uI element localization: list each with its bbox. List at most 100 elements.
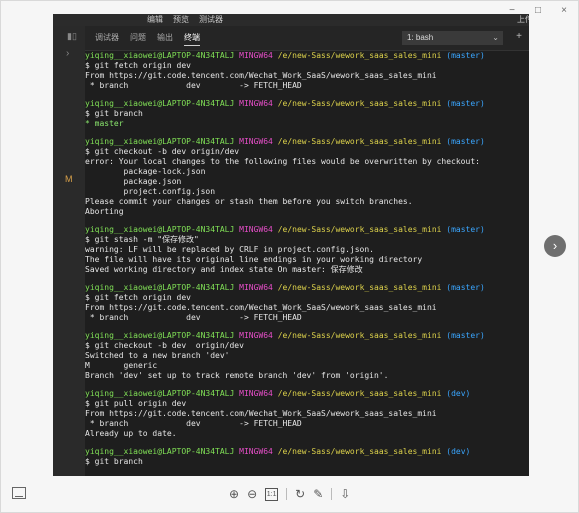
prompt-path: /e/new-Sass/wework_saas_sales_mini <box>277 447 442 456</box>
prompt-branch: (master) <box>446 331 485 340</box>
prompt-branch: (master) <box>446 137 485 146</box>
panel-header: 调试器 问题 输出 终端 1: bash ⌄ + <box>85 26 529 51</box>
prompt-path: /e/new-Sass/wework_saas_sales_mini <box>277 99 442 108</box>
prompt-path: /e/new-Sass/wework_saas_sales_mini <box>277 283 442 292</box>
terminal-output-line: Already up to date. <box>85 429 177 438</box>
modified-file-marker: M <box>65 174 73 184</box>
add-terminal-icon[interactable]: + <box>516 31 522 42</box>
terminal-spacer <box>85 275 529 283</box>
download-icon[interactable]: ⇩ <box>340 487 350 501</box>
zoom-in-icon[interactable]: ⊕ <box>229 487 239 501</box>
terminal-prompt: yiqing__xiaowei@LAPTOP-4N34TALJ MINGW64 … <box>85 137 529 147</box>
terminal-output-line: package.json <box>85 177 182 186</box>
prompt-user: yiqing__xiaowei@LAPTOP-4N34TALJ <box>85 283 235 292</box>
prompt-branch: (master) <box>446 225 485 234</box>
prompt-sys: MINGW64 <box>239 225 273 234</box>
terminal-prompt: yiqing__xiaowei@LAPTOP-4N34TALJ MINGW64 … <box>85 331 529 341</box>
prompt-user: yiqing__xiaowei@LAPTOP-4N34TALJ <box>85 389 235 398</box>
viewer-toolbar: ⊕ ⊖ 1:1 ↻ ✎ ⇩ <box>229 486 350 502</box>
prompt-user: yiqing__xiaowei@LAPTOP-4N34TALJ <box>85 225 235 234</box>
prompt-branch: (master) <box>446 51 485 60</box>
terminal-command-block: yiqing__xiaowei@LAPTOP-4N34TALJ MINGW64 … <box>85 225 529 283</box>
terminal-prompt: yiqing__xiaowei@LAPTOP-4N34TALJ MINGW64 … <box>85 99 529 109</box>
prompt-path: /e/new-Sass/wework_saas_sales_mini <box>277 389 442 398</box>
terminal-command: $ git stash -m "保存修改" <box>85 235 199 244</box>
terminal-output-line: Saved working directory and index state … <box>85 265 363 274</box>
menu-item-tester[interactable]: 测试器 <box>199 14 223 25</box>
prompt-path: /e/new-Sass/wework_saas_sales_mini <box>277 225 442 234</box>
terminal-spacer <box>85 217 529 225</box>
terminal-output-line: * branch dev -> FETCH_HEAD <box>85 419 302 428</box>
terminal-output-line: Switched to a new branch 'dev' <box>85 351 230 360</box>
terminal-output-line: warning: LF will be replaced by CRLF in … <box>85 245 374 254</box>
prompt-sys: MINGW64 <box>239 389 273 398</box>
terminal-spacer <box>85 439 529 447</box>
terminal-command-block: yiqing__xiaowei@LAPTOP-4N34TALJ MINGW64 … <box>85 283 529 331</box>
terminal-prompt: yiqing__xiaowei@LAPTOP-4N34TALJ MINGW64 … <box>85 447 529 457</box>
toolbar-divider <box>331 488 333 500</box>
rotate-icon[interactable]: ↻ <box>295 487 305 501</box>
terminal-command: $ git branch <box>85 457 143 466</box>
next-image-button[interactable]: › <box>544 235 566 257</box>
prompt-sys: MINGW64 <box>239 51 273 60</box>
prompt-branch: (dev) <box>446 389 471 398</box>
terminal-command-block: yiqing__xiaowei@LAPTOP-4N34TALJ MINGW64 … <box>85 447 529 467</box>
zoom-out-icon[interactable]: ⊖ <box>247 487 257 501</box>
terminal-command-block: yiqing__xiaowei@LAPTOP-4N34TALJ MINGW64 … <box>85 99 529 137</box>
terminal-output-line: From https://git.code.tencent.com/Wechat… <box>85 71 437 80</box>
edit-icon[interactable]: ✎ <box>313 487 323 501</box>
prompt-sys: MINGW64 <box>239 447 273 456</box>
terminal-command: $ git branch <box>85 109 143 118</box>
prompt-branch: (master) <box>446 99 485 108</box>
editor-menu-strip: 编辑 预览 测试器 上传 <box>53 14 529 26</box>
upload-button[interactable]: 上传 <box>517 14 529 25</box>
close-icon[interactable]: × <box>558 5 570 16</box>
prompt-path: /e/new-Sass/wework_saas_sales_mini <box>277 51 442 60</box>
prompt-sys: MINGW64 <box>239 331 273 340</box>
maximize-icon[interactable]: □ <box>532 5 544 16</box>
tab-terminal[interactable]: 终端 <box>184 32 200 46</box>
chevron-right-icon[interactable]: › <box>66 48 69 59</box>
terminal-output-line: * branch dev -> FETCH_HEAD <box>85 81 302 90</box>
image-viewer-window: − □ × 编辑 预览 测试器 上传 ▮▯ › M 调试器 问题 输出 终端 <box>0 0 579 513</box>
terminal-command: $ git checkout -b dev origin/dev <box>85 341 244 350</box>
terminal-command-block: yiqing__xiaowei@LAPTOP-4N34TALJ MINGW64 … <box>85 389 529 447</box>
terminal-select[interactable]: 1: bash ⌄ <box>402 31 503 45</box>
prompt-path: /e/new-Sass/wework_saas_sales_mini <box>277 331 442 340</box>
toolbar-divider <box>286 488 288 500</box>
terminal-prompt: yiqing__xiaowei@LAPTOP-4N34TALJ MINGW64 … <box>85 389 529 399</box>
terminal-spacer <box>85 381 529 389</box>
menu-item-edit[interactable]: 编辑 <box>147 14 163 25</box>
prompt-user: yiqing__xiaowei@LAPTOP-4N34TALJ <box>85 137 235 146</box>
terminal-output-line: Aborting <box>85 207 124 216</box>
terminal-prompt: yiqing__xiaowei@LAPTOP-4N34TALJ MINGW64 … <box>85 225 529 235</box>
terminal-spacer <box>85 129 529 137</box>
terminal-scroll-area[interactable]: yiqing__xiaowei@LAPTOP-4N34TALJ MINGW64 … <box>85 51 529 476</box>
menu-item-preview[interactable]: 预览 <box>173 14 189 25</box>
terminal-output-line: From https://git.code.tencent.com/Wechat… <box>85 409 437 418</box>
terminal-command-block: yiqing__xiaowei@LAPTOP-4N34TALJ MINGW64 … <box>85 51 529 99</box>
image-thumbnail-icon[interactable] <box>12 487 26 499</box>
selected-terminal-value: 1: bash <box>407 33 434 42</box>
tab-problems[interactable]: 问题 <box>130 32 146 46</box>
terminal-command-block: yiqing__xiaowei@LAPTOP-4N34TALJ MINGW64 … <box>85 137 529 225</box>
screenshot-stage: 编辑 预览 测试器 上传 ▮▯ › M 调试器 问题 输出 终端 1: bash… <box>53 14 529 476</box>
terminal-prompt: yiqing__xiaowei@LAPTOP-4N34TALJ MINGW64 … <box>85 51 529 61</box>
prompt-user: yiqing__xiaowei@LAPTOP-4N34TALJ <box>85 51 235 60</box>
terminal-output-line: * branch dev -> FETCH_HEAD <box>85 313 302 322</box>
prompt-branch: (dev) <box>446 447 471 456</box>
activity-gutter: ▮▯ › M <box>53 26 85 476</box>
prompt-user: yiqing__xiaowei@LAPTOP-4N34TALJ <box>85 331 235 340</box>
terminal-prompt: yiqing__xiaowei@LAPTOP-4N34TALJ MINGW64 … <box>85 283 529 293</box>
tab-debugger[interactable]: 调试器 <box>95 32 119 46</box>
terminal-output-line: error: Your local changes to the followi… <box>85 157 480 166</box>
terminal-output-line: The file will have its original line end… <box>85 255 423 264</box>
tab-output[interactable]: 输出 <box>157 32 173 46</box>
terminal-output-line: package-lock.json <box>85 167 206 176</box>
terminal-output[interactable]: yiqing__xiaowei@LAPTOP-4N34TALJ MINGW64 … <box>85 51 529 476</box>
actual-size-icon[interactable]: 1:1 <box>265 487 279 501</box>
panel-toggle-icon[interactable]: ▮▯ <box>67 32 77 41</box>
terminal-command: $ git fetch origin dev <box>85 293 191 302</box>
chevron-down-icon: ⌄ <box>492 33 499 42</box>
terminal-output-line: Branch 'dev' set up to track remote bran… <box>85 371 389 380</box>
